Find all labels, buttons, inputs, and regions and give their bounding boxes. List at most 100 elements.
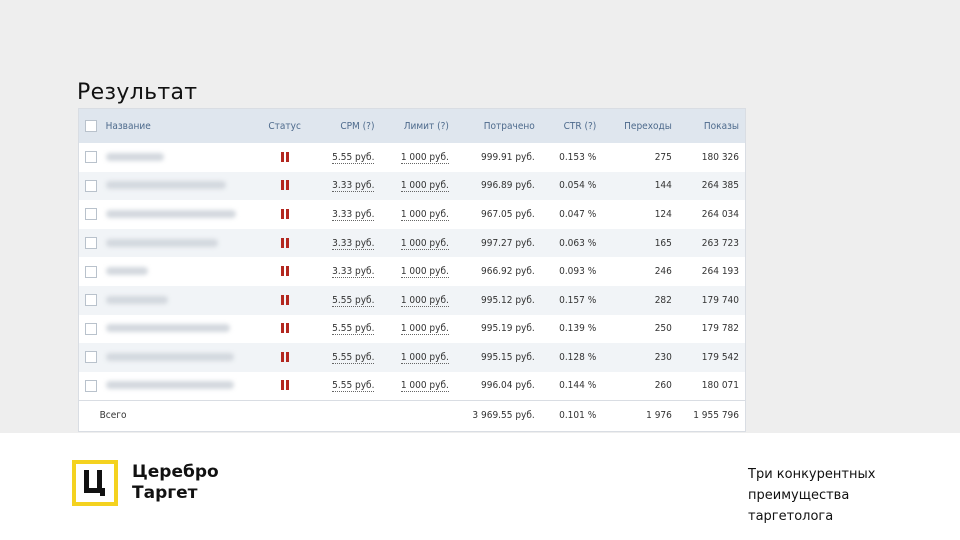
campaign-name-cell[interactable] <box>100 229 255 258</box>
row-checkbox[interactable] <box>85 237 97 250</box>
limit-value[interactable]: 1 000 руб. <box>400 294 449 307</box>
pause-icon[interactable] <box>280 294 289 305</box>
pause-icon[interactable] <box>280 323 289 334</box>
status-cell[interactable] <box>255 315 315 344</box>
cpm-cell[interactable]: 5.55 руб. <box>315 315 381 344</box>
header-clicks[interactable]: Переходы <box>602 109 678 143</box>
table-row[interactable]: 3.33 руб. 1 000 руб. 966.92 руб. 0.093 % 246… <box>79 257 745 286</box>
row-select-cell <box>79 372 100 401</box>
campaign-name-cell[interactable] <box>100 172 255 201</box>
pause-icon[interactable] <box>280 237 289 248</box>
select-all-checkbox[interactable] <box>85 120 97 132</box>
header-spent[interactable]: Потрачено <box>455 109 541 143</box>
limit-value[interactable]: 1 000 руб. <box>400 237 449 250</box>
cpm-value[interactable]: 3.33 руб. <box>332 266 375 279</box>
header-impressions[interactable]: Показы <box>678 109 745 143</box>
cpm-cell[interactable]: 3.33 руб. <box>315 172 381 201</box>
pause-icon[interactable] <box>280 151 289 162</box>
cpm-cell[interactable]: 5.55 руб. <box>315 343 381 372</box>
cpm-value[interactable]: 5.55 руб. <box>332 323 375 336</box>
status-cell[interactable] <box>255 343 315 372</box>
campaign-name-cell[interactable] <box>100 286 255 315</box>
limit-value[interactable]: 1 000 руб. <box>400 323 449 336</box>
limit-value[interactable]: 1 000 руб. <box>400 380 449 393</box>
limit-cell[interactable]: 1 000 руб. <box>380 229 454 258</box>
pause-icon[interactable] <box>280 351 289 362</box>
spent-cell: 967.05 руб. <box>481 208 535 220</box>
ctr-cell: 0.144 % <box>559 380 597 392</box>
row-checkbox[interactable] <box>85 322 97 335</box>
limit-cell[interactable]: 1 000 руб. <box>380 200 454 229</box>
header-status[interactable]: Статус <box>255 109 315 143</box>
select-all-header <box>79 109 100 143</box>
table-row[interactable]: 5.55 руб. 1 000 руб. 995.12 руб. 0.157 % 282… <box>79 285 745 315</box>
cpm-cell[interactable]: 5.55 руб. <box>315 143 381 172</box>
status-cell[interactable] <box>255 286 315 315</box>
cpm-cell[interactable]: 5.55 руб. <box>315 372 381 401</box>
limit-value[interactable]: 1 000 руб. <box>400 208 449 221</box>
table-row[interactable]: 5.55 руб. 1 000 руб. 996.04 руб. 0.144 % 260… <box>79 372 745 401</box>
table-row[interactable]: 3.33 руб. 1 000 руб. 996.89 руб. 0.054 % 144… <box>79 171 745 201</box>
cpm-value[interactable]: 3.33 руб. <box>332 180 375 193</box>
pause-icon[interactable] <box>280 380 289 391</box>
limit-cell[interactable]: 1 000 руб. <box>380 286 454 315</box>
cpm-value[interactable]: 5.55 руб. <box>332 151 375 164</box>
status-cell[interactable] <box>255 143 315 172</box>
cpm-value[interactable]: 5.55 руб. <box>332 294 375 307</box>
cpm-cell[interactable]: 5.55 руб. <box>315 286 381 315</box>
header-cpm[interactable]: CPM (?) <box>315 109 381 143</box>
row-checkbox[interactable] <box>85 179 97 192</box>
campaign-name-cell[interactable] <box>100 200 255 229</box>
cpm-cell[interactable]: 3.33 руб. <box>315 200 381 229</box>
status-cell[interactable] <box>255 172 315 201</box>
row-checkbox[interactable] <box>85 265 97 278</box>
header-name[interactable]: Название <box>100 109 255 143</box>
header-limit[interactable]: Лимит (?) <box>380 109 454 143</box>
campaign-name-cell[interactable] <box>100 343 255 372</box>
table-row[interactable]: 3.33 руб. 1 000 руб. 967.05 руб. 0.047 % 124… <box>79 200 745 229</box>
limit-value[interactable]: 1 000 руб. <box>400 266 449 279</box>
pause-icon[interactable] <box>280 266 289 277</box>
status-cell[interactable] <box>255 200 315 229</box>
campaign-name-redacted <box>105 238 218 247</box>
campaign-name-cell[interactable] <box>100 315 255 344</box>
limit-cell[interactable]: 1 000 руб. <box>380 343 454 372</box>
spent-cell: 995.19 руб. <box>481 323 535 335</box>
limit-cell[interactable]: 1 000 руб. <box>380 372 454 401</box>
limit-cell[interactable]: 1 000 руб. <box>380 172 454 201</box>
cpm-value[interactable]: 3.33 руб. <box>332 208 375 221</box>
cpm-cell[interactable]: 3.33 руб. <box>315 229 381 258</box>
cpm-value[interactable]: 5.55 руб. <box>332 380 375 393</box>
limit-cell[interactable]: 1 000 руб. <box>380 257 454 286</box>
row-select-cell <box>79 286 100 315</box>
limit-value[interactable]: 1 000 руб. <box>400 351 449 364</box>
table-row[interactable]: 3.33 руб. 1 000 руб. 997.27 руб. 0.063 % 165… <box>79 228 745 258</box>
limit-cell[interactable]: 1 000 руб. <box>380 143 454 172</box>
table-row[interactable]: 5.55 руб. 1 000 руб. 995.15 руб. 0.128 % 230… <box>79 343 745 372</box>
campaign-name-cell[interactable] <box>100 372 255 401</box>
row-checkbox[interactable] <box>85 208 97 221</box>
limit-value[interactable]: 1 000 руб. <box>400 151 449 164</box>
limit-cell[interactable]: 1 000 руб. <box>380 315 454 344</box>
table-row[interactable]: 5.55 руб. 1 000 руб. 999.91 руб. 0.153 % 275… <box>79 143 745 172</box>
limit-value[interactable]: 1 000 руб. <box>400 180 449 193</box>
status-cell[interactable] <box>255 372 315 401</box>
row-checkbox[interactable] <box>85 379 97 392</box>
table-row[interactable]: 5.55 руб. 1 000 руб. 995.19 руб. 0.139 % 250… <box>79 315 745 344</box>
status-cell[interactable] <box>255 257 315 286</box>
cpm-cell[interactable]: 3.33 руб. <box>315 257 381 286</box>
cpm-value[interactable]: 3.33 руб. <box>332 237 375 250</box>
pause-icon[interactable] <box>280 208 289 219</box>
campaign-name-cell[interactable] <box>100 257 255 286</box>
tagline: Три конкурентных преимущества таргетолог… <box>748 464 875 527</box>
logo-line1: Церебро <box>132 462 219 482</box>
campaign-name-cell[interactable] <box>100 143 255 172</box>
row-checkbox[interactable] <box>85 351 97 364</box>
header-ctr[interactable]: CTR (?) <box>541 109 602 143</box>
clicks-cell: 275 <box>654 151 672 163</box>
row-checkbox[interactable] <box>85 151 97 164</box>
row-checkbox[interactable] <box>85 294 97 307</box>
cpm-value[interactable]: 5.55 руб. <box>332 351 375 364</box>
pause-icon[interactable] <box>280 180 289 191</box>
status-cell[interactable] <box>255 229 315 258</box>
